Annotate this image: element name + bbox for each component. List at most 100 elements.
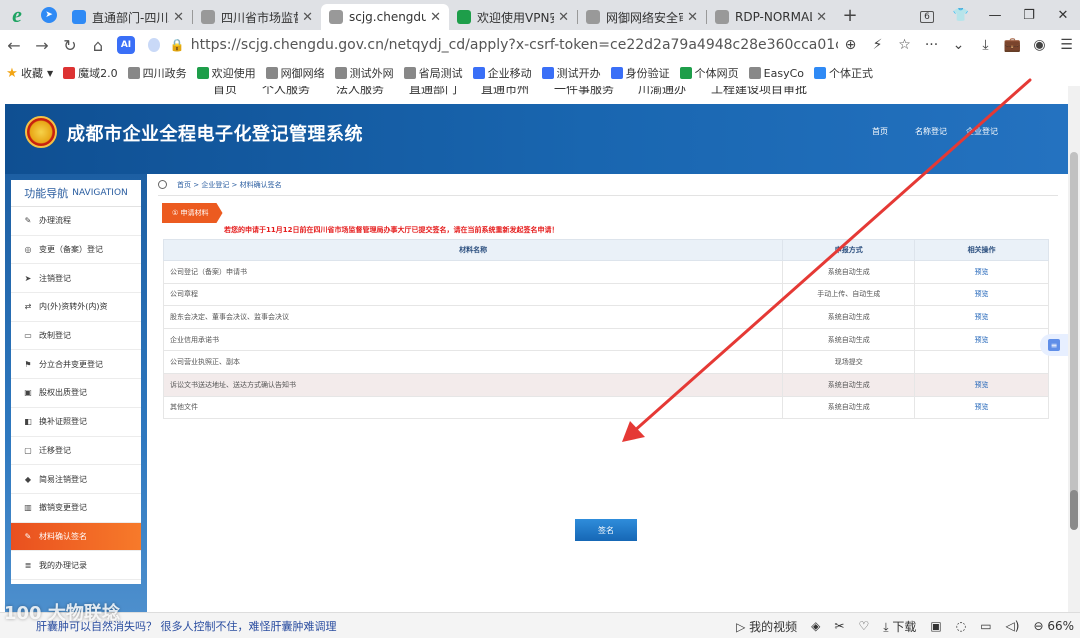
bookmark-item[interactable]: 测试外网 [334,65,394,81]
sidebar-item-4[interactable]: ▭ 改制登记 [11,322,141,351]
table-row: 公司登记（备案）申请书 系统自动生成 预览 [162,260,1049,284]
floating-side-button[interactable]: ≡ [1040,334,1068,356]
top-nav-item[interactable]: 川渝通办 [638,86,686,97]
sidebar-item-8[interactable]: ▢ 迁移登记 [11,437,141,466]
bookmark-item[interactable]: 个体网页 [679,65,739,81]
more-icon[interactable]: ··· [918,37,945,53]
heart-icon[interactable]: ♡ [858,619,869,633]
preview-link[interactable]: 预览 [975,290,989,298]
tab-close-icon[interactable]: ✕ [173,10,184,25]
bookmark-item[interactable]: 测试开办 [541,65,601,81]
header-link-enterprise-registration[interactable]: 企业登记 [966,126,998,137]
tab-4[interactable]: 网御网络安全审 ✕ [578,4,706,30]
tab-close-icon[interactable]: ✕ [302,10,313,25]
sidebar-item-11[interactable]: ✎ 材料确认签名 [11,522,141,552]
download-button[interactable]: ⤓ 下载 [883,618,916,635]
top-nav-item[interactable]: 个人服务 [262,86,310,97]
lightning-icon[interactable]: ⚡ [864,37,891,53]
bookmark-item[interactable]: EasyCo [748,67,804,80]
header-link-home[interactable]: 首页 [872,126,888,137]
sidebar-item-5[interactable]: ⚑ 分立合并变更登记 [11,350,141,380]
minimize-icon[interactable]: — [978,8,1012,23]
extension-icon[interactable]: ◉ [1026,37,1053,53]
tab-close-icon[interactable]: ✕ [558,10,569,25]
breadcrumb-text[interactable]: 首页 > 企业登记 > 材料确认签名 [177,180,282,190]
preview-link[interactable]: 预览 [975,336,989,344]
site-info-icon[interactable] [148,38,160,52]
scissors-icon[interactable]: ✂ [834,619,844,633]
bookmark-item[interactable]: 网御网络 [265,65,325,81]
sidebar-item-9[interactable]: ◆ 简易注销登记 [11,465,141,494]
sign-button[interactable]: 签名 [575,519,637,541]
sidebar-item-3[interactable]: ⇄ 内(外)资转外(内)资 [11,293,141,322]
sidebar-item-12[interactable]: ≣ 我的办理记录 [11,551,141,580]
window-icon[interactable]: ▭ [980,619,991,633]
url-text[interactable]: https://scjg.chengdu.gov.cn/netqydj_cd/a… [191,37,838,53]
top-nav-item[interactable]: 法人服务 [336,86,384,97]
dropdown-icon[interactable]: ⌄ [945,37,972,53]
header-link-name-registration[interactable]: 名称登记 [915,126,947,137]
zoom-level[interactable]: ⊖ 66% [1033,619,1074,633]
top-nav-item[interactable]: 直通市州 [481,86,529,97]
ai-assistant-icon[interactable]: AI [117,36,135,54]
sidebar-item-2[interactable]: ➤ 注销登记 [11,264,141,294]
tab-1[interactable]: 四川省市场监督 ✕ [193,4,321,30]
preview-link[interactable]: 预览 [975,268,989,276]
sidebar-item-6[interactable]: ▣ 股权出质登记 [11,379,141,408]
tab-close-icon[interactable]: ✕ [430,10,441,25]
bookmark-item[interactable]: 身份验证 [610,65,670,81]
shirt-icon[interactable]: 👕 [944,8,978,23]
tab-2[interactable]: scjg.chengdu.g✕ [321,4,449,30]
bookmark-item[interactable]: ★ 收藏 ▼ [6,65,53,81]
new-tab-button[interactable]: + [835,5,865,26]
sidebar-item-10[interactable]: ▥ 撤销变更登记 [11,494,141,523]
top-nav-item[interactable]: 首页 [213,86,237,97]
tab-close-icon[interactable]: ✕ [816,10,827,25]
forward-icon[interactable]: → [28,31,56,59]
volume-icon[interactable]: ◁) [1006,619,1020,633]
bookmark-item[interactable]: 欢迎使用 [196,65,256,81]
navigation-icon[interactable]: ➤ [34,0,64,30]
browser-logo-icon[interactable]: e [0,0,34,30]
preview-link[interactable]: 预览 [975,403,989,411]
tab-close-icon[interactable]: ✕ [687,10,698,25]
address-bar[interactable]: 🔒 https://scjg.chengdu.gov.cn/netqydj_cd… [148,32,838,58]
sidebar-item-7[interactable]: ◧ 换补证照登记 [11,408,141,437]
preview-link[interactable]: 预览 [975,313,989,321]
scrollbar-thumb[interactable] [1070,490,1078,530]
screenshot-icon[interactable]: ▣ [930,619,941,633]
restore-icon[interactable]: ❐ [1012,8,1046,23]
scrollbar-track-thumb[interactable] [1070,152,1078,522]
sidebar-item-0[interactable]: ✎ 办理流程 [11,207,141,236]
top-nav-item[interactable]: 直通部门 [409,86,457,97]
tab-5[interactable]: RDP-NORMAL- ✕ [707,4,835,30]
tab-favicon-icon [715,10,729,24]
tab-count-button[interactable]: 6 [910,8,944,23]
bookmark-item[interactable]: 个体正式 [814,65,873,81]
back-icon[interactable]: ← [0,31,28,59]
top-nav-item[interactable]: 一件事服务 [554,86,614,97]
star-icon[interactable]: ☆ [891,37,918,53]
home-icon[interactable]: ⌂ [84,31,112,59]
briefcase-icon[interactable]: 💼 [999,37,1026,53]
preview-link[interactable]: 预览 [975,381,989,389]
sidebar-item-1[interactable]: ◎ 变更（备案）登记 [11,236,141,265]
bookmark-item[interactable]: 魔域2.0 [63,65,118,81]
close-window-icon[interactable]: ✕ [1046,8,1080,23]
zoom-search-icon[interactable]: ⊕ [837,37,864,53]
bookmark-item[interactable]: 四川政务 [127,65,187,81]
top-nav-item[interactable]: 工程建设项目审批 [711,86,807,97]
clean-icon[interactable]: ◌ [956,619,966,633]
bookmark-item[interactable]: 省局测试 [403,65,463,81]
reload-icon[interactable]: ↻ [56,31,84,59]
bookmark-dropdown-icon[interactable]: ▼ [47,69,53,78]
my-video-button[interactable]: ▷ 我的视频 [736,618,797,635]
shield-icon[interactable]: ◈ [811,619,820,633]
tab-0[interactable]: 直通部门-四川政 ✕ [64,4,192,30]
sidebar-items: ✎ 办理流程 ◎ 变更（备案）登记 ➤ 注销登记 ⇄ 内(外)资转外(内)资 ▭ 改制登记 ⚑ 分立合… [11,207,141,580]
download-icon[interactable]: ⤓ [972,37,999,53]
bookmark-item[interactable]: 企业移动 [472,65,532,81]
tab-3[interactable]: 欢迎使用VPN安 ✕ [449,4,577,30]
menu-icon[interactable]: ☰ [1053,37,1080,53]
page-scrollbar[interactable] [1068,86,1080,612]
